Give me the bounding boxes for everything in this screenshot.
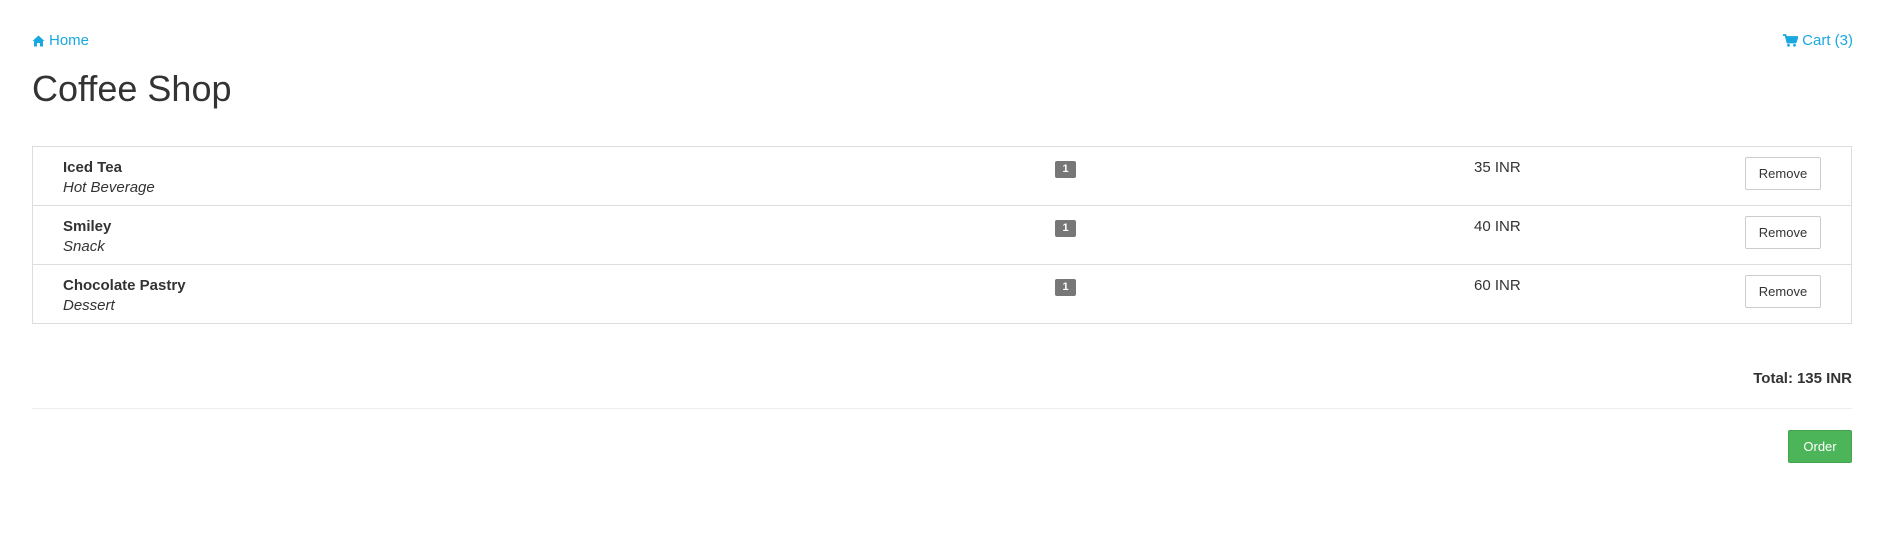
cart-link[interactable]: Cart (3) (1783, 32, 1853, 49)
remove-button[interactable]: Remove (1745, 216, 1821, 249)
item-category: Snack (63, 238, 105, 255)
quantity-badge: 1 (1055, 279, 1076, 296)
quantity-badge: 1 (1055, 161, 1076, 178)
quantity-badge: 1 (1055, 220, 1076, 237)
top-nav: Home Cart (3) (32, 32, 1853, 54)
total-value: 135 INR (1796, 370, 1852, 387)
cart-row: Smiley Snack 1 40 INR Remove (33, 205, 1851, 264)
item-price: 60 INR (1474, 277, 1521, 294)
home-icon (32, 35, 45, 47)
order-button[interactable]: Order (1788, 430, 1852, 463)
remove-button[interactable]: Remove (1745, 157, 1821, 190)
remove-button[interactable]: Remove (1745, 275, 1821, 308)
item-category: Hot Beverage (63, 179, 155, 196)
item-price: 35 INR (1474, 159, 1521, 176)
page-title: Coffee Shop (32, 68, 232, 109)
item-name: Iced Tea (63, 159, 122, 176)
cart-row: Iced Tea Hot Beverage 1 35 INR Remove (33, 147, 1851, 205)
item-category: Dessert (63, 297, 115, 314)
home-link[interactable]: Home (32, 32, 89, 49)
cart-total: Total: 135 INR (1753, 370, 1852, 387)
cart-row: Chocolate Pastry Dessert 1 60 INR Remove (33, 264, 1851, 323)
coffee-shop-page: Home Cart (3) Coffee Shop Iced Tea Hot B… (0, 0, 1877, 542)
item-price: 40 INR (1474, 218, 1521, 235)
cart-table: Iced Tea Hot Beverage 1 35 INR Remove Sm… (32, 146, 1852, 324)
divider (32, 408, 1852, 409)
cart-link-label: Cart (3) (1802, 32, 1853, 49)
item-name: Smiley (63, 218, 112, 235)
home-link-label: Home (49, 32, 90, 49)
shopping-cart-icon (1783, 34, 1799, 47)
total-label: Total: (1753, 370, 1793, 387)
item-name: Chocolate Pastry (63, 277, 186, 294)
